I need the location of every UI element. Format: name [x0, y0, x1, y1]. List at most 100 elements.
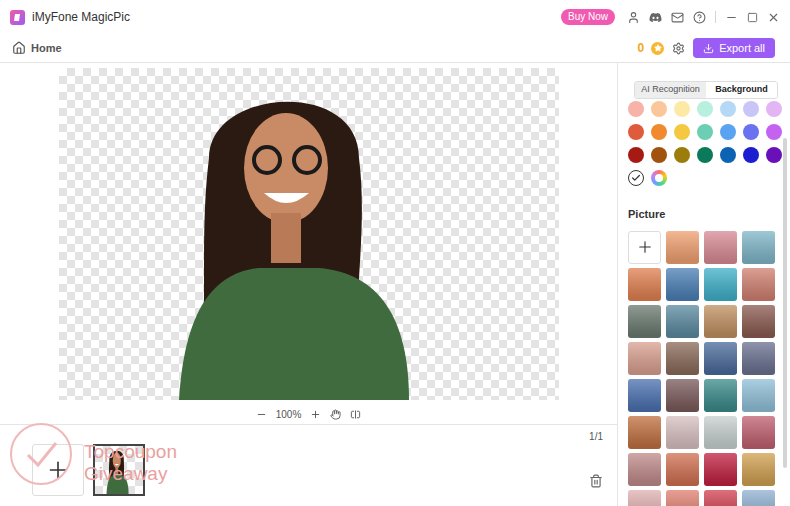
zoom-out-icon[interactable] [256, 409, 267, 420]
background-picture[interactable] [628, 416, 661, 449]
color-swatch[interactable] [651, 124, 667, 140]
color-swatch[interactable] [628, 101, 644, 117]
workspace: 100%1/1TopcouponGiveaway [0, 63, 617, 506]
page-count: 1/1 [589, 429, 603, 444]
home-button[interactable]: Home [12, 40, 62, 57]
color-swatch[interactable] [697, 147, 713, 163]
background-picture[interactable] [704, 305, 737, 338]
background-picture[interactable] [628, 453, 661, 486]
export-icon [703, 43, 714, 54]
color-swatch[interactable] [697, 101, 713, 117]
background-picture[interactable] [666, 379, 699, 412]
person-photo [95, 446, 143, 494]
color-swatch[interactable] [743, 124, 759, 140]
color-swatch[interactable] [766, 124, 782, 140]
background-picture[interactable] [704, 342, 737, 375]
background-picture[interactable] [704, 490, 737, 506]
zoom-bar: 100% [0, 404, 617, 424]
close-icon[interactable] [767, 11, 780, 24]
panel-scrollbar[interactable] [783, 138, 787, 468]
maximize-icon[interactable] [747, 12, 758, 23]
background-picture[interactable] [742, 231, 775, 264]
background-picture[interactable] [704, 379, 737, 412]
background-picture[interactable] [742, 490, 775, 506]
background-picture[interactable] [704, 453, 737, 486]
background-picture[interactable] [628, 268, 661, 301]
background-picture[interactable] [704, 231, 737, 264]
color-swatch[interactable] [651, 147, 667, 163]
background-picture[interactable] [742, 453, 775, 486]
hand-icon[interactable] [330, 409, 341, 420]
color-swatch[interactable] [743, 147, 759, 163]
background-picture[interactable] [742, 305, 775, 338]
trash-icon[interactable] [589, 474, 603, 488]
zoom-level: 100% [276, 407, 302, 422]
check-icon [631, 173, 641, 183]
background-picture[interactable] [666, 268, 699, 301]
color-swatch[interactable] [674, 147, 690, 163]
no-color-swatch[interactable] [628, 170, 644, 186]
thumbnail-strip: 1/1TopcouponGiveaway [0, 424, 617, 506]
plus-icon [45, 457, 71, 483]
color-swatch[interactable] [743, 101, 759, 117]
background-picture[interactable] [666, 453, 699, 486]
background-picture[interactable] [704, 416, 737, 449]
canvas-area [0, 63, 617, 404]
color-swatch[interactable] [651, 101, 667, 117]
panel-tab[interactable]: Background [706, 82, 777, 98]
background-picture[interactable] [742, 416, 775, 449]
color-swatch[interactable] [628, 124, 644, 140]
background-picture[interactable] [704, 268, 737, 301]
background-picture[interactable] [742, 379, 775, 412]
side-panel: AI RecognitionBackgroundPicture [617, 63, 790, 506]
color-swatch[interactable] [628, 147, 644, 163]
color-swatch[interactable] [674, 101, 690, 117]
panel-tabs: AI RecognitionBackground [634, 81, 778, 99]
add-image-button[interactable] [32, 444, 84, 496]
color-swatches [628, 101, 782, 186]
background-picture[interactable] [628, 305, 661, 338]
color-swatch[interactable] [766, 101, 782, 117]
background-picture[interactable] [666, 305, 699, 338]
person-photo [59, 68, 559, 400]
color-swatch[interactable] [674, 124, 690, 140]
panel-tab[interactable]: AI Recognition [635, 82, 706, 98]
picture-grid [628, 231, 778, 506]
background-picture[interactable] [628, 379, 661, 412]
background-picture[interactable] [628, 342, 661, 375]
help-icon[interactable] [693, 11, 706, 24]
color-picker-swatch[interactable] [651, 170, 667, 186]
title-bar: iMyFone MagicPic Buy Now [0, 0, 790, 34]
background-picture[interactable] [742, 342, 775, 375]
background-picture[interactable] [666, 416, 699, 449]
window-title: iMyFone MagicPic [32, 8, 130, 26]
background-picture[interactable] [666, 342, 699, 375]
color-swatch[interactable] [720, 147, 736, 163]
color-swatch[interactable] [720, 124, 736, 140]
watermark: TopcouponGiveaway [6, 419, 177, 489]
app-window: iMyFone MagicPic Buy Now Home0Export all 10… [0, 0, 790, 506]
export-all-button[interactable]: Export all [693, 38, 775, 58]
toolbar: Home0Export all [0, 34, 790, 63]
watermark-text: Giveaway [84, 463, 177, 485]
background-picture[interactable] [628, 490, 661, 506]
mail-icon[interactable] [671, 11, 684, 24]
thumbnail[interactable] [93, 444, 145, 496]
account-icon[interactable] [627, 11, 640, 24]
discord-icon[interactable] [649, 11, 662, 24]
add-picture-button[interactable] [628, 231, 661, 264]
canvas[interactable] [59, 68, 559, 400]
app-logo-icon [10, 10, 25, 25]
background-picture[interactable] [742, 268, 775, 301]
compare-icon[interactable] [350, 409, 361, 420]
color-swatch[interactable] [697, 124, 713, 140]
background-picture[interactable] [666, 231, 699, 264]
color-swatch[interactable] [720, 101, 736, 117]
minimize-icon[interactable] [725, 11, 738, 24]
coin-icon [651, 42, 664, 55]
color-swatch[interactable] [766, 147, 782, 163]
buy-now-button[interactable]: Buy Now [561, 9, 615, 25]
background-picture[interactable] [666, 490, 699, 506]
zoom-in-icon[interactable] [310, 409, 321, 420]
settings-icon[interactable] [672, 42, 685, 55]
